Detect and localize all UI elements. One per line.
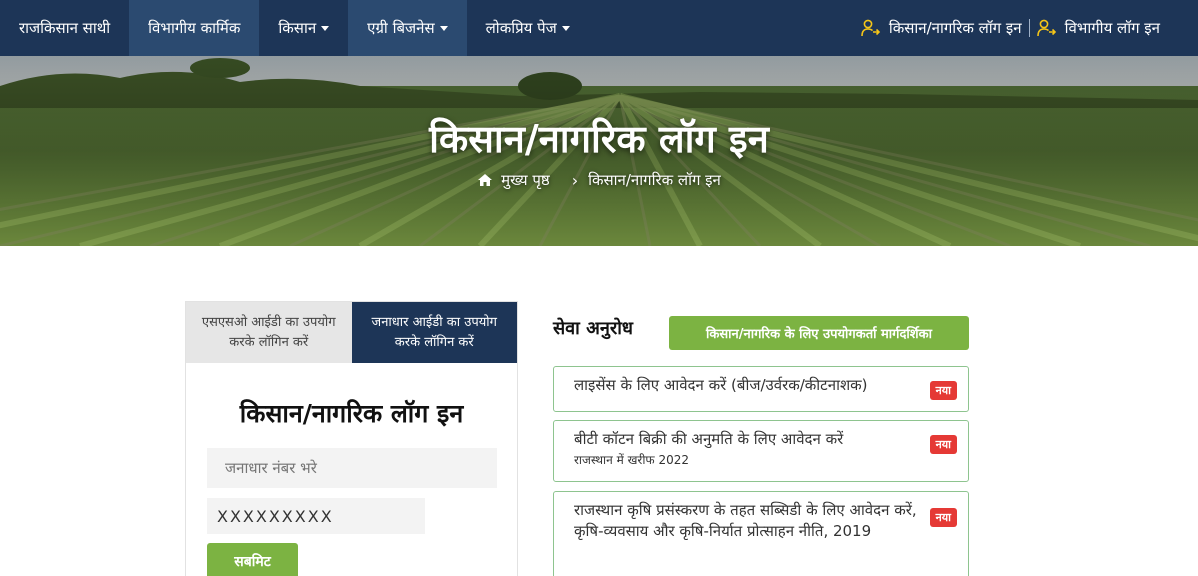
nav-item-label: राजकिसान साथी — [19, 19, 111, 37]
service-item-subtitle: कृषि-व्यवसाय और कृषि-निर्यात प्रोत्साहन … — [574, 522, 872, 540]
new-badge: नया — [929, 435, 957, 454]
nav-item-label: किसान — [278, 19, 317, 37]
home-icon — [478, 174, 493, 186]
user-guide-button[interactable]: किसान/नागरिक के लिए उपयोगकर्ता मार्गदर्श… — [669, 316, 969, 350]
service-item-title: लाइसेंस के लिए आवेदन करें (बीज/उर्वरक/की… — [574, 376, 868, 394]
service-item-title: बीटी कॉटन बिक्री की अनुमति के लिए आवेदन … — [574, 430, 844, 448]
service-item-title: राजस्थान कृषि प्रसंस्करण के तहत सब्सिडी … — [574, 501, 917, 519]
user-login-icon — [1036, 19, 1056, 37]
department-login-link[interactable]: विभागीय लॉग इन — [1036, 18, 1160, 38]
nav-item-label: लोकप्रिय पेज — [485, 19, 557, 37]
page-title: किसान/नागरिक लॉग इन — [429, 117, 769, 161]
breadcrumb-current: किसान/नागरिक लॉग इन — [588, 171, 721, 189]
tab-sso-login[interactable]: एसएसओ आईडी का उपयोग करके लॉगिन करें — [186, 302, 352, 363]
nav-item-kisan[interactable]: किसान — [259, 0, 348, 56]
service-item-subtitle: राजस्थान में खरीफ 2022 — [574, 453, 690, 467]
hero-banner: किसान/नागरिक लॉग इन मुख्य पृष्ठ › किसान/… — [0, 56, 1198, 246]
captcha-input[interactable] — [207, 498, 425, 534]
nav-item-agri-business[interactable]: एग्री बिजनेस — [348, 0, 467, 56]
caret-down-icon — [561, 25, 570, 31]
caret-down-icon — [439, 25, 448, 31]
nav-item-popular-pages[interactable]: लोकप्रिय पेज — [467, 0, 589, 56]
login-panel: एसएसओ आईडी का उपयोग करके लॉगिन करें जनाध… — [185, 301, 518, 576]
service-request-heading: सेवा अनुरोध — [553, 318, 633, 339]
breadcrumb: मुख्य पृष्ठ › किसान/नागरिक लॉग इन — [0, 170, 1198, 190]
nav-item-label: एग्री बिजनेस — [367, 19, 435, 37]
farmer-login-label: किसान/नागरिक लॉग इन — [888, 19, 1022, 37]
tab-janaadhar-login[interactable]: जनाधार आईडी का उपयोग करके लॉगिन करें — [351, 302, 517, 363]
new-badge: नया — [929, 381, 957, 400]
nav-item-label: विभागीय कार्मिक — [148, 19, 241, 37]
nav-separator — [1028, 19, 1030, 37]
service-item-agri-processing-subsidy[interactable]: राजस्थान कृषि प्रसंस्करण के तहत सब्सिडी … — [553, 491, 969, 576]
breadcrumb-separator: › — [571, 170, 579, 190]
janaadhar-number-input[interactable] — [207, 448, 497, 488]
submit-button[interactable]: सबमिट — [207, 543, 298, 576]
tab-label: एसएसओ आईडी का उपयोग करके लॉगिन करें — [201, 314, 336, 350]
nav-item-department-staff[interactable]: विभागीय कार्मिक — [129, 0, 260, 56]
nav-login-links: किसान/नागरिक लॉग इन विभागीय लॉग इन — [861, 0, 1198, 56]
login-form-title: किसान/नागरिक लॉग इन — [239, 399, 464, 428]
top-nav: राजकिसान साथी विभागीय कार्मिक किसान एग्र… — [0, 0, 1198, 56]
user-login-icon — [861, 19, 880, 37]
nav-item-rajkisan-sathi[interactable]: राजकिसान साथी — [0, 0, 129, 56]
department-login-label: विभागीय लॉग इन — [1064, 19, 1160, 37]
farmer-login-link[interactable]: किसान/नागरिक लॉग इन — [861, 18, 1022, 38]
service-item-license[interactable]: लाइसेंस के लिए आवेदन करें (बीज/उर्वरक/की… — [553, 366, 969, 412]
login-tabs: एसएसओ आईडी का उपयोग करके लॉगिन करें जनाध… — [186, 302, 517, 363]
tab-label: जनाधार आईडी का उपयोग करके लॉगिन करें — [371, 314, 497, 350]
breadcrumb-home-link[interactable]: मुख्य पृष्ठ — [501, 170, 550, 190]
service-item-bt-cotton[interactable]: बीटी कॉटन बिक्री की अनुमति के लिए आवेदन … — [553, 420, 969, 482]
caret-down-icon — [321, 25, 330, 31]
new-badge: नया — [929, 508, 957, 527]
